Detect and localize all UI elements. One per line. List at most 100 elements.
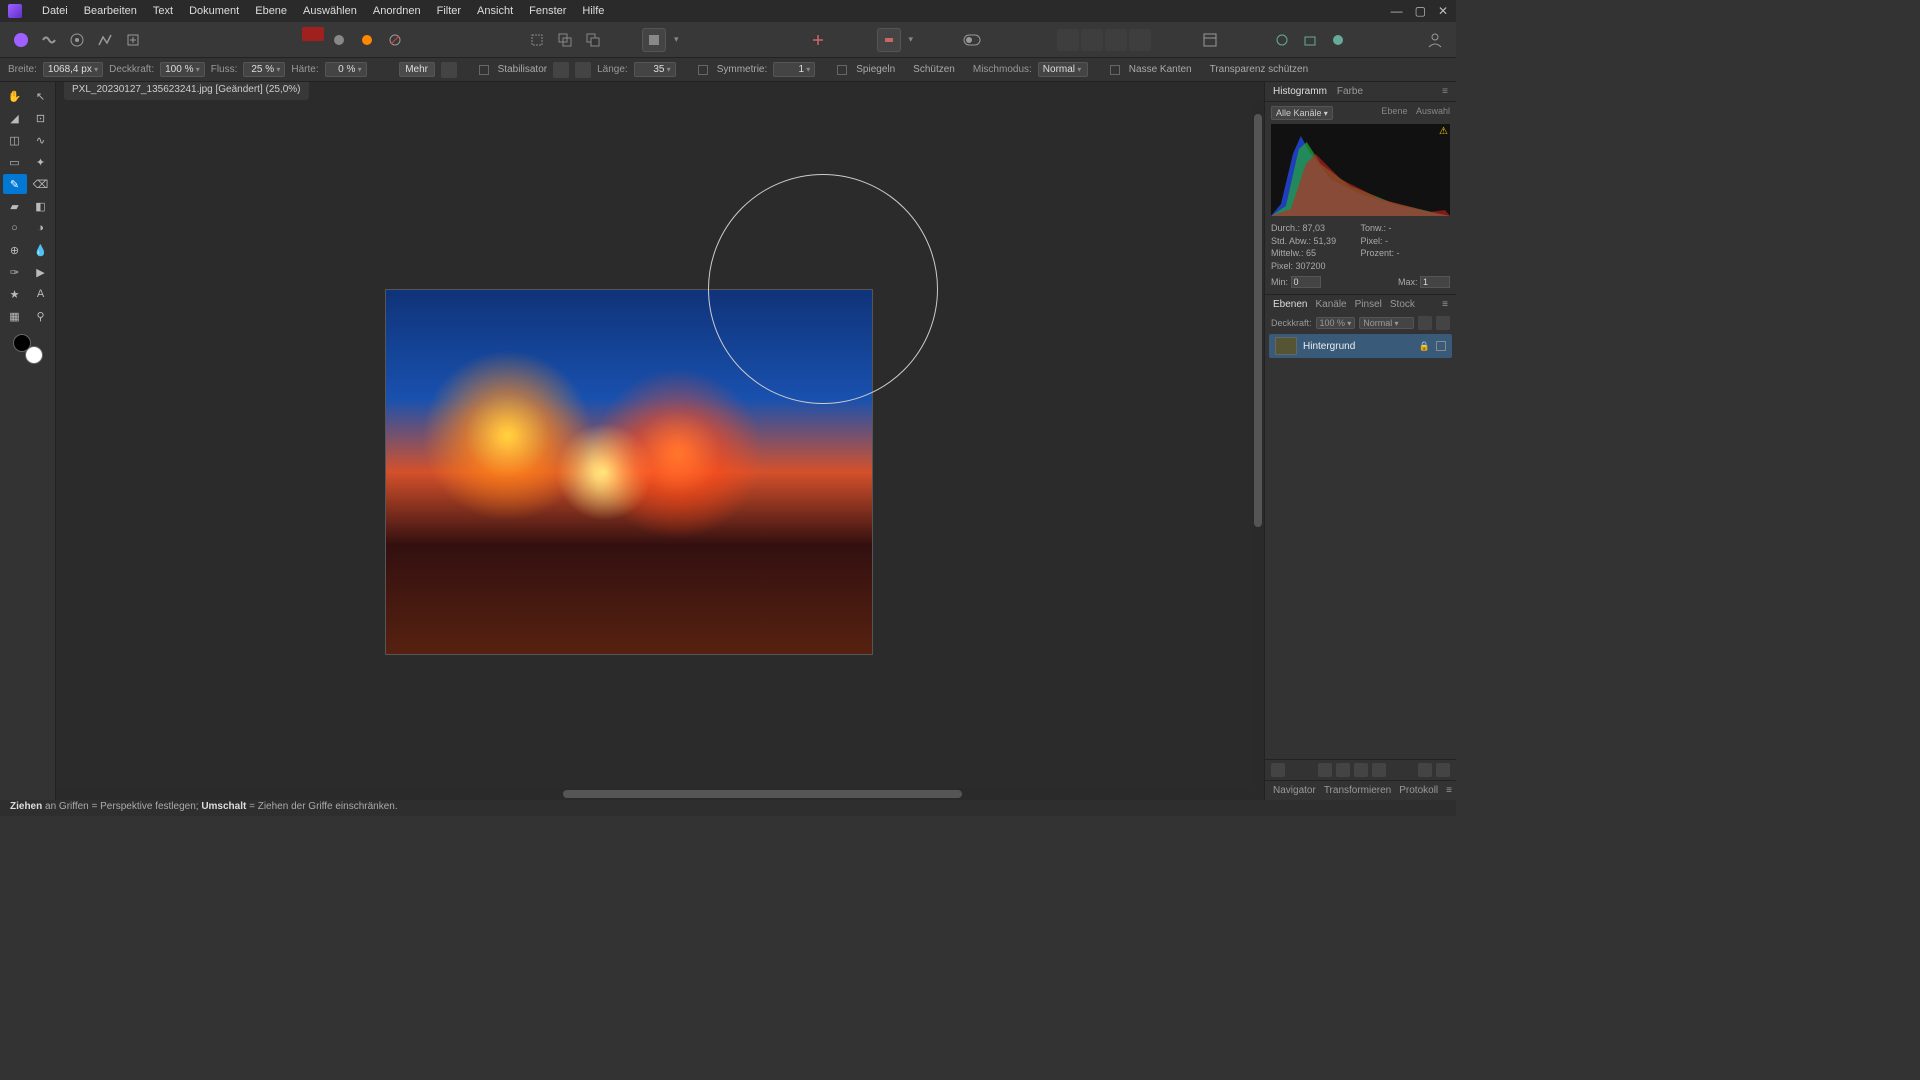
panel-menu-icon[interactable]: ≡ [1442,86,1448,97]
node-tool[interactable]: ▶ [29,262,53,282]
foreground-color-swatch[interactable] [13,334,31,352]
hardness-field[interactable]: 0 % [325,62,367,77]
swatch-grey-icon[interactable] [326,27,352,53]
layer-row[interactable]: Hintergrund 🔒 [1269,334,1452,358]
flood-select-tool[interactable]: ✦ [29,152,53,172]
gradient-tool[interactable]: ◧ [29,196,53,216]
menu-hilfe[interactable]: Hilfe [574,5,612,17]
pen-tool[interactable]: ✑ [3,262,27,282]
persona-liquify-icon[interactable] [36,27,62,53]
mirror-checkbox[interactable] [837,65,847,75]
layer-opacity-field[interactable]: 100 % [1316,317,1356,329]
text-tool[interactable]: A [29,284,53,304]
marquee-tool[interactable]: ▭ [3,152,27,172]
wetedges-checkbox[interactable] [1110,65,1120,75]
rope-icon[interactable] [553,62,569,78]
brush-preset-icon[interactable] [441,62,457,78]
paint-brush-tool[interactable]: ✎ [3,174,27,194]
menu-auswaehlen[interactable]: Auswählen [295,5,365,17]
vertical-scrollbar[interactable] [1252,100,1264,788]
window-close[interactable]: ✕ [1438,4,1448,18]
tab-ebenen[interactable]: Ebenen [1273,299,1307,310]
max-input[interactable] [1420,276,1450,288]
burn-tool[interactable]: ◑ [29,218,53,238]
sel-add-icon[interactable] [552,27,578,53]
window-icon[interactable] [575,62,591,78]
view-single-icon[interactable] [1197,27,1223,53]
layer-name[interactable]: Hintergrund [1303,341,1413,352]
persona-tonemap-icon[interactable] [92,27,118,53]
arrange-dropdown[interactable] [877,28,901,52]
mask-icon[interactable] [1271,763,1285,777]
window-maximize[interactable]: ▢ [1415,4,1426,18]
menu-ebene[interactable]: Ebene [247,5,295,17]
lasso-tool[interactable]: ∿ [29,130,53,150]
layer-lock-indicator[interactable]: 🔒 [1419,341,1430,352]
horizontal-scrollbar[interactable] [56,788,1264,800]
color-picker-tool[interactable]: ◢ [3,108,27,128]
tab-stock[interactable]: Stock [1390,299,1415,310]
protect-label[interactable]: Schützen [913,64,955,75]
clone-tool[interactable]: ⊕ [3,240,27,260]
histogram-channel-select[interactable]: Alle Kanäle [1271,106,1333,120]
more-button[interactable]: Mehr [399,62,435,77]
snapping-icon[interactable] [805,27,831,53]
account-icon[interactable] [1422,27,1448,53]
add-adjustment-icon[interactable] [1336,763,1350,777]
swatch-color-wheel-icon[interactable] [354,27,380,53]
layer-blend-field[interactable]: Normal [1359,317,1414,329]
erase-tool[interactable]: ⌫ [29,174,53,194]
add-live-filter-icon[interactable] [1354,763,1368,777]
panel-menu-icon[interactable]: ≡ [1442,299,1448,310]
panel-menu-icon[interactable]: ≡ [1446,785,1452,796]
add-mask-icon[interactable] [1318,763,1332,777]
mesh-tool[interactable]: ▦ [3,306,27,326]
hand-tool[interactable]: ✋ [3,86,27,106]
delete-layer-icon[interactable] [1436,763,1450,777]
menu-filter[interactable]: Filter [429,5,469,17]
tab-pinsel[interactable]: Pinsel [1355,299,1382,310]
menu-bearbeiten[interactable]: Bearbeiten [76,5,145,17]
min-input[interactable] [1291,276,1321,288]
assistant-icon[interactable] [959,27,985,53]
color-swatches[interactable] [13,334,43,364]
menu-text[interactable]: Text [145,5,181,17]
zoom-tool[interactable]: ⚲ [29,306,53,326]
document-tab[interactable]: PXL_20230127_135623241.jpg [Geändert] (2… [64,82,309,100]
blendmode-field[interactable]: Normal [1038,62,1088,77]
persona-export-icon[interactable] [120,27,146,53]
cloud-sync-icon[interactable] [1269,27,1295,53]
menu-anordnen[interactable]: Anordnen [365,5,429,17]
sel-sub-icon[interactable] [580,27,606,53]
opacity-field[interactable]: 100 % [160,62,205,77]
stabilizer-checkbox[interactable] [479,65,489,75]
layer-visibility-checkbox[interactable] [1436,341,1446,351]
tab-kanaele[interactable]: Kanäle [1315,299,1346,310]
dropdown-chevron-icon[interactable]: ▾ [909,34,914,45]
cloud-share-icon[interactable] [1325,27,1351,53]
shape-tool[interactable]: ★ [3,284,27,304]
hist-link-auswahl[interactable]: Auswahl [1416,106,1450,116]
crop-tool[interactable]: ⊡ [29,108,53,128]
menu-dokument[interactable]: Dokument [181,5,247,17]
tab-histogramm[interactable]: Histogramm [1273,86,1327,97]
smudge-tool[interactable]: 💧 [29,240,53,260]
persona-develop-icon[interactable] [64,27,90,53]
window-minimize[interactable]: — [1391,4,1403,18]
dodge-tool[interactable]: ○ [3,218,27,238]
canvas-area[interactable]: PXL_20230127_135623241.jpg [Geändert] (2… [56,82,1264,800]
quickmask-dropdown[interactable] [642,28,666,52]
tab-protokoll[interactable]: Protokoll [1399,785,1438,796]
protect-alpha-label[interactable]: Transparenz schützen [1210,64,1309,75]
symmetry-checkbox[interactable] [698,65,708,75]
selection-tool[interactable]: ◫ [3,130,27,150]
tab-navigator[interactable]: Navigator [1273,785,1316,796]
move-tool[interactable]: ↖ [29,86,53,106]
group-layers-icon[interactable] [1418,763,1432,777]
add-layer-icon[interactable] [1372,763,1386,777]
symmetry-field[interactable]: 1 [773,62,815,77]
width-field[interactable]: 1068,4 px [43,62,103,77]
menu-ansicht[interactable]: Ansicht [469,5,521,17]
layer-fx-icon[interactable] [1436,316,1450,330]
sel-new-icon[interactable] [524,27,550,53]
